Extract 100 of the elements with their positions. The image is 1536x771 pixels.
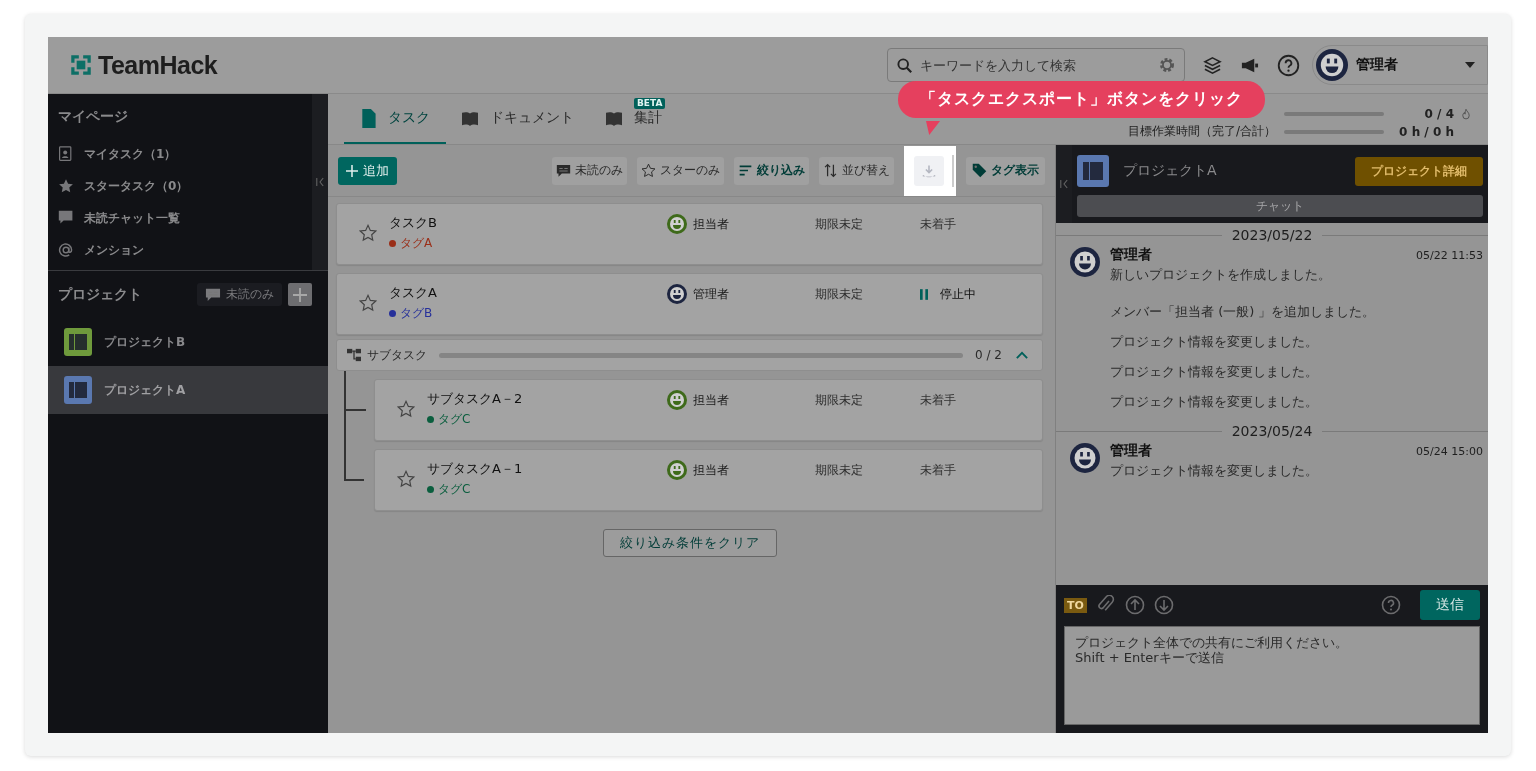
task-title: サブタスクA－2	[427, 390, 524, 408]
tag-display-button[interactable]: タグ表示	[966, 156, 1045, 185]
add-button[interactable]: 追加	[338, 156, 397, 185]
logo-icon	[68, 52, 94, 78]
assignee-name: 担当者	[693, 391, 729, 409]
collapse-icon	[1060, 179, 1068, 189]
callout: 「タスクエクスポート」ボタンをクリック	[898, 80, 1265, 118]
tab[interactable]: タスク	[344, 94, 446, 144]
due-date: 期限未定	[815, 286, 863, 303]
task-status: 未着手	[920, 216, 956, 233]
caret-icon	[1465, 62, 1475, 68]
message-text: プロジェクト情報を変更しました。	[1110, 393, 1319, 411]
task-card[interactable]: サブタスクA－1 タグC 担当者 期限未定 未着手	[374, 449, 1043, 511]
filter-button[interactable]: スターのみ	[637, 156, 724, 185]
message-text: プロジェクト情報を変更しました。	[1110, 462, 1319, 480]
smiley-avatar	[1070, 443, 1100, 473]
clear-filter-button[interactable]: 絞り込み条件をクリア	[602, 529, 777, 557]
star-icon[interactable]	[397, 470, 415, 488]
tag-label: タグB	[400, 305, 433, 322]
pause-icon	[920, 289, 928, 300]
search-icon	[896, 57, 912, 73]
help-icon[interactable]	[1277, 53, 1300, 77]
chevron-up-icon[interactable]	[1016, 350, 1028, 360]
project-item[interactable]: プロジェクトA	[48, 366, 328, 414]
chat-tab[interactable]: チャット	[1077, 195, 1483, 217]
task-title: サブタスクA－1	[427, 460, 524, 478]
layers-icon[interactable]	[1203, 55, 1222, 75]
sidebar-item[interactable]: 未読チャット一覧	[58, 202, 312, 234]
progress-reading: 0 / 4	[1423, 107, 1454, 121]
message-time: 05/22 11:53	[1416, 248, 1483, 262]
at-sign-icon	[58, 242, 74, 258]
tab[interactable]: ドキュメント	[446, 94, 590, 144]
task-status: 停止中	[940, 286, 976, 303]
chat-icon	[556, 163, 571, 178]
send-button[interactable]: 送信	[1420, 590, 1480, 620]
date-label: 2023/05/22	[1231, 227, 1313, 243]
message-field[interactable]: プロジェクト全体での共有にご利用ください。 Shift + Enterキーで送信	[1064, 626, 1480, 725]
message-text: プロジェクト情報を変更しました。	[1110, 333, 1319, 351]
due-date: 期限未定	[815, 462, 863, 479]
task-card[interactable]: タスクB タグA 担当者 期限未定 未着手	[336, 203, 1043, 265]
person-card-icon	[58, 146, 74, 162]
sidebar-item[interactable]: メンション	[58, 234, 312, 266]
app-logo: TeamHack	[98, 50, 218, 80]
speech-bubble-icon	[58, 210, 74, 226]
task-title: タスクB	[389, 214, 438, 232]
arrow-up-circle-icon[interactable]	[1124, 595, 1145, 615]
due-date: 期限未定	[815, 216, 863, 233]
filter-button[interactable]: 未読のみ	[552, 156, 627, 185]
tag-icon	[972, 163, 987, 178]
message-text: 新しいプロジェクトを作成しました。	[1110, 266, 1332, 284]
message-time: 05/24 15:00	[1416, 444, 1483, 458]
tab[interactable]: BETA 集計	[590, 94, 678, 144]
sort-icon	[823, 163, 838, 178]
add-project-button[interactable]	[288, 283, 312, 306]
star-icon[interactable]	[359, 224, 377, 242]
assignee-name: 管理者	[693, 285, 729, 303]
to-badge[interactable]: TO	[1064, 597, 1087, 613]
task-status: 未着手	[920, 392, 956, 409]
progress-label: 目標作業時間（完了/合計）	[1127, 123, 1276, 140]
star-icon	[641, 163, 656, 178]
subtask-bar[interactable]: サブタスク 0 / 2	[336, 339, 1043, 371]
plus-icon	[293, 287, 307, 302]
tag-label: タグC	[438, 411, 471, 428]
collapse-icon	[316, 177, 324, 187]
message-text: プロジェクト情報を変更しました。	[1110, 363, 1319, 381]
help-icon[interactable]	[1381, 595, 1401, 615]
document-icon	[360, 108, 376, 128]
plus-icon	[346, 164, 358, 177]
smiley-avatar	[1316, 49, 1348, 81]
project-item[interactable]: プロジェクトB	[48, 318, 328, 366]
unread-filter-button[interactable]: 未読のみ	[197, 283, 282, 306]
filter-button[interactable]: 絞り込み	[734, 156, 809, 185]
task-title: タスクA	[389, 284, 438, 302]
project-detail-button[interactable]: プロジェクト詳細	[1355, 156, 1483, 186]
sort-button[interactable]: 並び替え	[819, 156, 894, 185]
tag-label: タグC	[438, 481, 471, 498]
project-name: プロジェクトA	[1123, 162, 1217, 180]
filter-icon	[738, 163, 753, 178]
download-icon	[921, 163, 937, 178]
tag-label: タグA	[400, 235, 433, 252]
search-field[interactable]: キーワードを入力して検索	[887, 48, 1185, 82]
star-icon[interactable]	[397, 400, 415, 418]
assignee-name: 担当者	[693, 461, 729, 479]
beta-badge: BETA	[634, 98, 666, 109]
task-status: 未着手	[920, 462, 956, 479]
arrow-down-circle-icon[interactable]	[1153, 595, 1174, 615]
tree-line	[344, 371, 366, 441]
star-icon	[58, 178, 74, 194]
section-title: マイページ	[58, 108, 129, 126]
settings-icon[interactable]	[1158, 56, 1176, 74]
star-icon[interactable]	[359, 294, 377, 312]
due-date: 期限未定	[815, 392, 863, 409]
sidebar-item[interactable]: マイタスク（1）	[58, 138, 312, 170]
smiley-avatar	[1070, 247, 1100, 277]
sidebar-item[interactable]: スタータスク（0）	[58, 170, 312, 202]
section-title: プロジェクト	[58, 285, 142, 304]
task-card[interactable]: サブタスクA－2 タグC 担当者 期限未定 未着手	[374, 379, 1043, 441]
task-card[interactable]: タスクA タグB 管理者 期限未定 停止中	[336, 273, 1043, 335]
tree-icon	[347, 348, 361, 362]
progress-reading: 0 h / 0 h	[1398, 124, 1454, 139]
